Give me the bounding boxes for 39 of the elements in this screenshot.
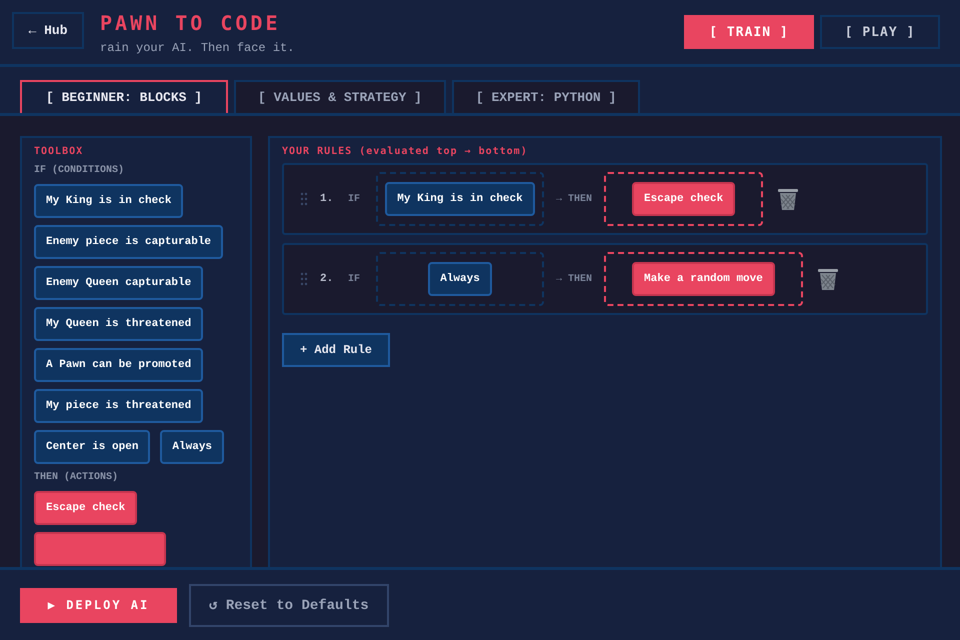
then-label: → THEN <box>556 274 592 284</box>
drag-handle-icon[interactable] <box>300 272 308 286</box>
action-block[interactable]: Escape check <box>632 182 736 216</box>
add-rule-button[interactable]: + Add Rule <box>282 333 390 367</box>
action-block[interactable]: Make a random move <box>632 262 775 296</box>
action-block[interactable] <box>34 532 166 566</box>
condition-block[interactable]: My King is in check <box>34 184 184 218</box>
trash-icon[interactable] <box>777 187 800 211</box>
reset-button[interactable]: ↺ Reset to Defaults <box>189 584 389 626</box>
condition-block[interactable]: A Pawn can be promoted <box>34 348 204 382</box>
condition-block[interactable]: Always <box>160 430 224 464</box>
toolbox-title: TOOLBOX <box>34 146 84 157</box>
rules-title: YOUR RULES (evaluated top → bottom) <box>282 146 529 157</box>
condition-block[interactable]: My piece is threatened <box>34 389 204 423</box>
condition-block[interactable]: My King is in check <box>385 182 535 216</box>
condition-block[interactable]: My Queen is threatened <box>34 307 204 341</box>
app-title: PAWN TO CODE <box>100 11 282 35</box>
tab[interactable]: [ EXPERT: PYTHON ] <box>452 80 640 113</box>
then-label: → THEN <box>556 194 592 204</box>
condition-block[interactable]: Always <box>428 262 492 296</box>
rule-number: 1. <box>320 193 334 205</box>
section-heading: IF (CONDITIONS) <box>34 165 126 176</box>
condition-block[interactable]: Enemy piece is capturable <box>34 225 224 259</box>
if-label: IF <box>348 274 360 284</box>
condition-block[interactable]: Center is open <box>34 430 150 464</box>
trash-icon[interactable] <box>816 267 839 291</box>
mode-button[interactable]: [ TRAIN ] <box>684 15 814 49</box>
tab[interactable]: [ VALUES & STRATEGY ] <box>234 80 446 113</box>
deploy-button[interactable]: ▶ DEPLOY AI <box>20 588 177 622</box>
mode-button[interactable]: [ PLAY ] <box>820 15 940 49</box>
rule-number: 2. <box>320 273 334 285</box>
tab[interactable]: [ BEGINNER: BLOCKS ] <box>20 80 228 113</box>
action-block[interactable]: Escape check <box>34 491 138 525</box>
if-label: IF <box>348 194 360 204</box>
app-subtitle: rain your AI. Then face it. <box>100 41 294 55</box>
back-button[interactable]: ← Hub <box>12 12 84 49</box>
condition-block[interactable]: Enemy Queen capturable <box>34 266 204 300</box>
drag-handle-icon[interactable] <box>300 192 308 206</box>
section-heading: THEN (ACTIONS) <box>34 472 120 483</box>
